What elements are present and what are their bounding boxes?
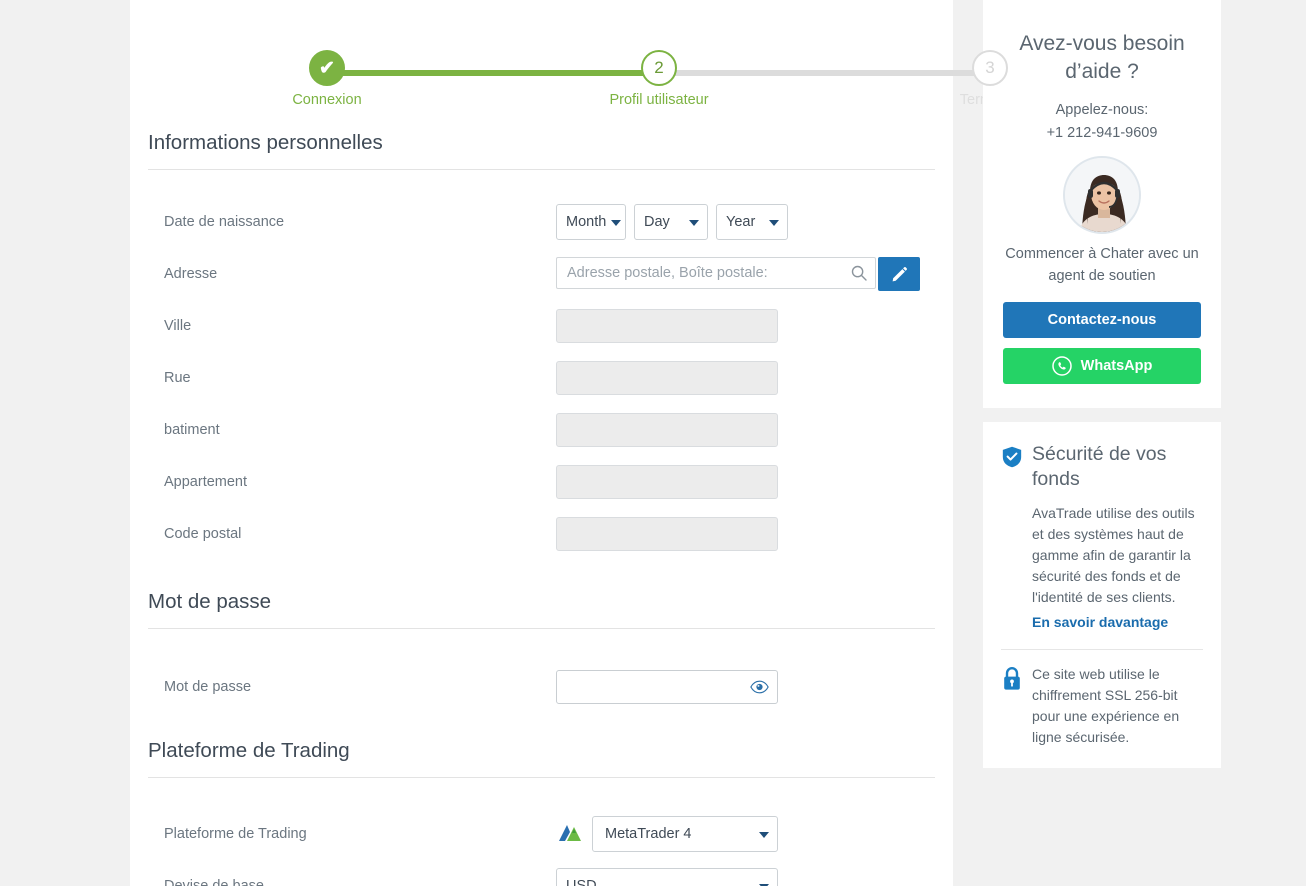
password-input[interactable] xyxy=(556,670,778,704)
security-heading-row: Sécurité de vos fonds xyxy=(1001,442,1203,493)
chevron-down-icon xyxy=(769,220,779,226)
learn-more-link[interactable]: En savoir davantage xyxy=(1032,612,1168,633)
dob-month-value: Month xyxy=(566,214,607,230)
security-panel: Sécurité de vos fonds AvaTrade utilise d… xyxy=(983,421,1221,768)
agent-photo-icon xyxy=(1065,158,1139,233)
address-edit-button[interactable] xyxy=(878,257,920,291)
row-code-postal: Code postal xyxy=(130,508,953,560)
progress-stepper: ✔ Connexion 2 Profil utilisateur 3 Termi… xyxy=(130,25,1020,108)
label-plateforme-de-trading: Plateforme de Trading xyxy=(164,826,307,842)
label-code-postal: Code postal xyxy=(164,526,242,542)
postal-code-input[interactable] xyxy=(556,517,778,551)
section-heading-password: Mot de passe xyxy=(148,590,935,629)
whatsapp-label: WhatsApp xyxy=(1080,357,1153,374)
address-search-input[interactable]: Adresse postale, Boîte postale: xyxy=(556,257,876,289)
eye-icon[interactable] xyxy=(750,680,769,694)
street-input[interactable] xyxy=(556,361,778,395)
dob-year-select[interactable]: Year xyxy=(716,204,788,240)
check-icon: ✔ xyxy=(319,57,335,79)
help-call-label: Appelez-nous: xyxy=(1055,102,1149,119)
avatar-wrapper xyxy=(1003,156,1201,235)
label-ville: Ville xyxy=(164,318,192,334)
security-title: Sécurité de vos fonds xyxy=(1032,442,1167,491)
label-mot-de-passe: Mot de passe xyxy=(164,679,252,695)
section-heading-personal-info: Informations personnelles xyxy=(148,131,935,170)
row-plateforme-de-trading: Plateforme de Trading MetaTrader 4 xyxy=(130,808,953,860)
row-date-de-naissance: Date de naissance Month Day Year xyxy=(130,196,953,248)
platform-fields: Plateforme de Trading MetaTrader 4 Devis… xyxy=(130,808,953,886)
row-rue: Rue xyxy=(130,352,953,404)
ssl-text: Ce site web utilise le chiffrement SSL 2… xyxy=(1032,665,1180,745)
pencil-icon xyxy=(892,266,907,281)
label-date-de-naissance: Date de naissance xyxy=(164,214,285,230)
label-appartement: Appartement xyxy=(164,474,248,490)
section-heading-trading-platform: Plateforme de Trading xyxy=(148,739,935,778)
chevron-down-icon xyxy=(759,832,769,838)
step-2-bubble: 2 xyxy=(641,50,677,86)
metatrader-logo-icon xyxy=(559,825,581,841)
chevron-down-icon xyxy=(689,220,699,226)
dob-day-value: Day xyxy=(644,214,670,230)
city-input[interactable] xyxy=(556,309,778,343)
label-batiment: batiment xyxy=(164,422,220,438)
row-mot-de-passe: Mot de passe xyxy=(130,661,953,713)
personal-info-fields: Date de naissance Month Day Year Adresse… xyxy=(130,196,953,560)
security-divider xyxy=(1001,648,1203,650)
row-adresse: Adresse Adresse postale, Boîte postale: xyxy=(130,248,953,300)
dob-day-select[interactable]: Day xyxy=(634,204,708,240)
security-body-text: AvaTrade utilise des outils et des systè… xyxy=(1032,504,1195,605)
label-adresse: Adresse xyxy=(164,266,218,282)
base-currency-value: USD xyxy=(566,878,597,886)
step-1-connexion[interactable]: ✔ Connexion xyxy=(267,50,387,108)
contact-us-button[interactable]: Contactez-nous xyxy=(1003,301,1201,338)
search-icon xyxy=(851,265,867,281)
dob-year-value: Year xyxy=(726,214,756,230)
sidebar: Avez-vous besoin d’aide ? Appelez-nous: … xyxy=(983,0,1221,768)
trading-platform-value: MetaTrader 4 xyxy=(605,826,692,842)
support-agent-avatar xyxy=(1063,156,1141,235)
row-appartement: Appartement xyxy=(130,456,953,508)
help-title: Avez-vous besoin d’aide ? xyxy=(1019,32,1185,83)
row-batiment: batiment xyxy=(130,404,953,456)
signup-page: ✔ Connexion 2 Profil utilisateur 3 Termi… xyxy=(0,0,1306,886)
chat-invite-text: Commencer à Chater avec un agent de sout… xyxy=(1005,246,1199,285)
step-2-profil-utilisateur[interactable]: 2 Profil utilisateur xyxy=(599,50,719,108)
shield-check-icon xyxy=(1002,446,1022,468)
registration-form-card: ✔ Connexion 2 Profil utilisateur 3 Termi… xyxy=(130,0,1020,886)
whatsapp-icon xyxy=(1051,356,1072,376)
step-2-label: Profil utilisateur xyxy=(609,92,709,108)
step-1-label: Connexion xyxy=(292,92,362,108)
apartment-input[interactable] xyxy=(556,465,778,499)
step-1-bubble: ✔ xyxy=(309,50,345,86)
help-phone-number[interactable]: +1 212-941-9609 xyxy=(1003,122,1201,144)
whatsapp-button[interactable]: WhatsApp xyxy=(1003,347,1201,384)
password-fields: Mot de passe xyxy=(130,661,953,713)
chevron-down-icon xyxy=(611,220,621,226)
lock-icon xyxy=(1004,666,1020,690)
dob-month-select[interactable]: Month xyxy=(556,204,626,240)
trading-platform-select[interactable]: MetaTrader 4 xyxy=(592,816,778,852)
ssl-row: Ce site web utilise le chiffrement SSL 2… xyxy=(1001,664,1203,748)
row-ville: Ville xyxy=(130,300,953,352)
row-devise-de-base: Devise de base USD xyxy=(130,860,953,886)
label-rue: Rue xyxy=(164,370,191,386)
help-panel: Avez-vous besoin d’aide ? Appelez-nous: … xyxy=(983,0,1221,408)
base-currency-select[interactable]: USD xyxy=(556,868,778,886)
building-input[interactable] xyxy=(556,413,778,447)
label-devise-de-base: Devise de base xyxy=(164,878,264,886)
step-3-bubble: 3 xyxy=(972,50,1008,86)
address-placeholder: Adresse postale, Boîte postale: xyxy=(567,265,768,281)
